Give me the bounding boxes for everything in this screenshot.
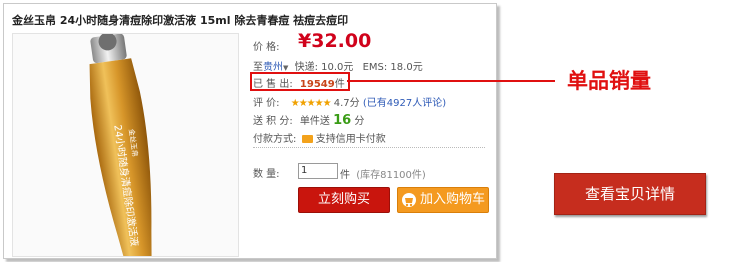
quantity-label: 数 量: [253,169,280,180]
sales-highlight-box [250,72,350,91]
star-rating-icon: ★★★★★ [290,98,332,109]
buy-now-button[interactable]: 立刻购买 [298,187,390,213]
add-to-cart-button[interactable]: 加入购物车 [397,187,489,213]
callout-line [347,80,555,82]
bottle-illustration: 24小时随身清痘除印激活液 金丝玉帛 [89,34,152,256]
quantity-unit: 件 [340,170,350,181]
product-image[interactable]: 24小时随身清痘除印激活液 金丝玉帛 [12,33,239,257]
callout-label: 单品销量 [567,69,651,93]
points-row: 送 积 分: 单件送 16 分 [253,112,364,128]
view-details-button[interactable]: 查看宝贝详情 [554,173,706,215]
shipping-row: 至贵州▼ 快递: 10.0元 EMS: 18.0元 [253,58,423,73]
product-title: 金丝玉帛 24小时随身清痘除印激活液 15ml 除去青春痘 祛痘去痘印 [12,14,349,27]
price-label: 价 格: [253,42,280,53]
price-value: ¥32.00 [298,30,372,52]
payment-row: 付款方式: 支持信用卡付款 [253,130,386,145]
rating-label: 评 价: [253,98,280,109]
payment-label: 付款方式: [253,134,297,145]
payment-value: 支持信用卡付款 [315,134,386,145]
rating-row: 评 价: ★★★★★ 4.7分 (已有4927人评论) [253,94,446,109]
stock-count: (库存81100件) [356,170,426,181]
credit-card-icon [301,135,313,143]
points-value: 16 [333,113,352,128]
cart-icon [402,193,416,207]
points-prefix: 单件送 [299,116,330,127]
points-label: 送 积 分: [253,116,293,127]
quantity-input[interactable]: 1 [298,163,338,179]
points-unit: 分 [354,116,365,127]
rating-score: 4.7分 [333,98,360,109]
reviews-link[interactable]: (已有4927人评论) [363,98,446,109]
chevron-down-icon[interactable]: ▼ [283,64,288,72]
shipping-ems: EMS: 18.0元 [362,62,423,73]
divider [253,147,485,148]
add-to-cart-label: 加入购物车 [420,192,486,207]
quantity-info: 件 (库存81100件) [340,166,426,181]
